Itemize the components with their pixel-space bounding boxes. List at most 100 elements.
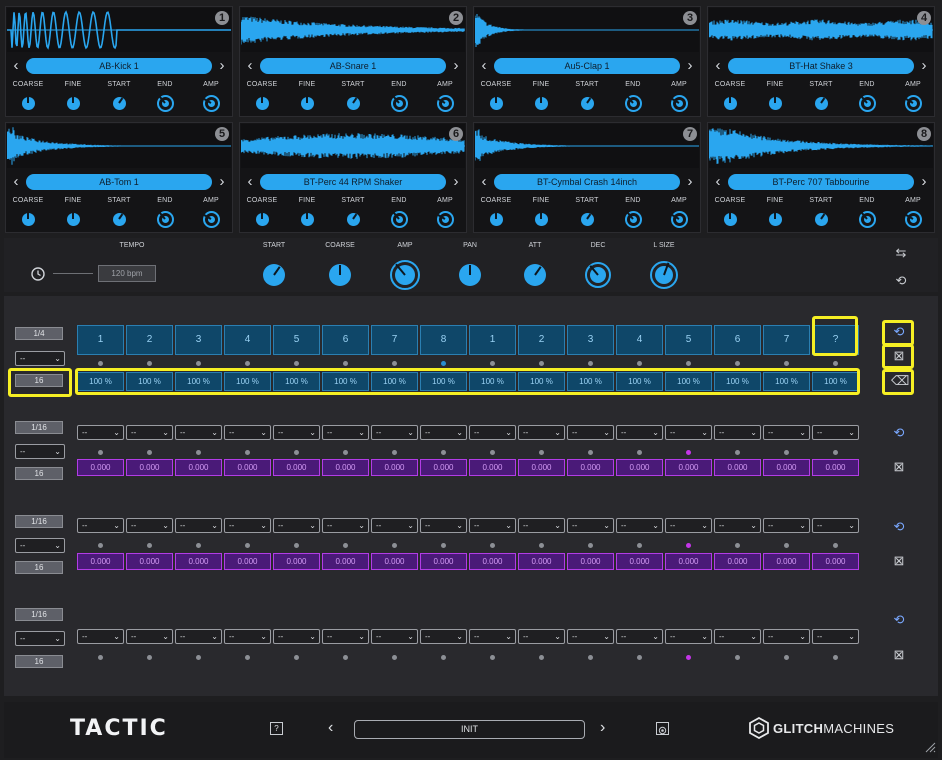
amp-knob[interactable] bbox=[670, 94, 688, 112]
next-sample-button[interactable]: › bbox=[917, 57, 931, 75]
prev-sample-button[interactable]: ‹ bbox=[243, 173, 257, 191]
step-value[interactable]: 0.000 bbox=[616, 459, 663, 476]
clear-icon[interactable]: ⊠ bbox=[891, 460, 907, 474]
waveform-display[interactable] bbox=[7, 124, 231, 168]
step-select[interactable]: -- ⌄ bbox=[175, 425, 222, 440]
start-knob[interactable] bbox=[814, 212, 828, 226]
step-percent[interactable]: 100 % bbox=[371, 372, 418, 391]
fine-knob[interactable] bbox=[300, 96, 314, 110]
tempo-slider[interactable] bbox=[53, 273, 93, 274]
preset-name-field[interactable]: INIT bbox=[354, 720, 585, 739]
step-value[interactable]: 0.000 bbox=[273, 553, 320, 570]
step-value[interactable]: 0.000 bbox=[518, 553, 565, 570]
next-sample-button[interactable]: › bbox=[683, 173, 697, 191]
end-knob[interactable] bbox=[624, 94, 642, 112]
global-start-knob[interactable] bbox=[263, 264, 285, 286]
step-select[interactable]: -- ⌄ bbox=[714, 425, 761, 440]
end-knob[interactable] bbox=[624, 210, 642, 228]
step-select[interactable]: -- ⌄ bbox=[616, 518, 663, 533]
step-value[interactable]: 0.000 bbox=[812, 459, 859, 476]
step-percent[interactable]: 100 % bbox=[616, 372, 663, 391]
step-percent[interactable]: 100 % bbox=[126, 372, 173, 391]
sample-name[interactable]: BT-Hat Shake 3 bbox=[728, 58, 914, 74]
step-percent[interactable]: 100 % bbox=[567, 372, 614, 391]
end-knob[interactable] bbox=[858, 210, 876, 228]
lane-length-4[interactable]: 16 bbox=[15, 655, 63, 668]
step-value[interactable]: 0.000 bbox=[567, 459, 614, 476]
step-percent[interactable]: 100 % bbox=[518, 372, 565, 391]
waveform-display[interactable] bbox=[241, 124, 465, 168]
start-knob[interactable] bbox=[112, 212, 126, 226]
step-select[interactable]: -- ⌄ bbox=[322, 518, 369, 533]
step-value[interactable]: 0.000 bbox=[175, 553, 222, 570]
next-sample-button[interactable]: › bbox=[215, 173, 229, 191]
preset-prev-button[interactable]: ‹ bbox=[328, 719, 333, 737]
amp-knob[interactable] bbox=[202, 210, 220, 228]
prev-sample-button[interactable]: ‹ bbox=[711, 173, 725, 191]
step-select[interactable]: -- ⌄ bbox=[518, 629, 565, 644]
amp-knob[interactable] bbox=[436, 94, 454, 112]
step-select[interactable]: -- ⌄ bbox=[420, 629, 467, 644]
step-value[interactable]: 0.000 bbox=[322, 553, 369, 570]
end-knob[interactable] bbox=[390, 210, 408, 228]
step-button[interactable]: 3 bbox=[175, 325, 222, 355]
loop-icon[interactable]: ⟲ bbox=[891, 520, 907, 534]
fine-knob[interactable] bbox=[534, 96, 548, 110]
sample-name[interactable]: AB-Tom 1 bbox=[26, 174, 212, 190]
step-value[interactable]: 0.000 bbox=[763, 459, 810, 476]
coarse-knob[interactable] bbox=[21, 212, 35, 226]
global-pan-knob[interactable] bbox=[459, 264, 481, 286]
next-sample-button[interactable]: › bbox=[917, 173, 931, 191]
step-select[interactable]: -- ⌄ bbox=[469, 425, 516, 440]
lane-length-2[interactable]: 16 bbox=[15, 467, 63, 480]
step-select[interactable]: -- ⌄ bbox=[175, 518, 222, 533]
step-button[interactable]: 5 bbox=[273, 325, 320, 355]
lane-division-select-1[interactable]: -- ⌄ bbox=[15, 351, 65, 366]
fine-knob[interactable] bbox=[66, 96, 80, 110]
waveform-display[interactable] bbox=[709, 8, 933, 52]
waveform-display[interactable] bbox=[475, 8, 699, 52]
step-value[interactable]: 0.000 bbox=[126, 553, 173, 570]
step-button[interactable]: 8 bbox=[420, 325, 467, 355]
start-knob[interactable] bbox=[346, 96, 360, 110]
start-knob[interactable] bbox=[580, 212, 594, 226]
help-button[interactable]: ? bbox=[270, 722, 283, 735]
sample-name[interactable]: Au5-Clap 1 bbox=[494, 58, 680, 74]
step-select[interactable]: -- ⌄ bbox=[371, 518, 418, 533]
fine-knob[interactable] bbox=[66, 212, 80, 226]
global-dec-knob[interactable] bbox=[585, 262, 611, 288]
lane-division-select-3[interactable]: -- ⌄ bbox=[15, 538, 65, 553]
lane-division-select-2[interactable]: -- ⌄ bbox=[15, 444, 65, 459]
sample-name[interactable]: BT-Perc 707 Tabbourine bbox=[728, 174, 914, 190]
amp-knob[interactable] bbox=[670, 210, 688, 228]
step-value[interactable]: 0.000 bbox=[714, 553, 761, 570]
step-select[interactable]: -- ⌄ bbox=[665, 629, 712, 644]
global-coarse-knob[interactable] bbox=[329, 264, 351, 286]
waveform-display[interactable] bbox=[475, 124, 699, 168]
step-value[interactable]: 0.000 bbox=[469, 553, 516, 570]
step-button[interactable]: 2 bbox=[126, 325, 173, 355]
swap-icon[interactable]: ⇆ bbox=[893, 246, 909, 260]
step-select[interactable]: -- ⌄ bbox=[812, 425, 859, 440]
lane-division-select-4[interactable]: -- ⌄ bbox=[15, 631, 65, 646]
loop-icon[interactable]: ⟲ bbox=[893, 274, 909, 288]
global-amp-knob[interactable] bbox=[390, 260, 420, 290]
step-button[interactable]: 6 bbox=[322, 325, 369, 355]
start-knob[interactable] bbox=[814, 96, 828, 110]
step-select[interactable]: -- ⌄ bbox=[714, 629, 761, 644]
next-sample-button[interactable]: › bbox=[215, 57, 229, 75]
step-value[interactable]: 0.000 bbox=[371, 553, 418, 570]
prev-sample-button[interactable]: ‹ bbox=[477, 173, 491, 191]
step-select[interactable]: -- ⌄ bbox=[224, 518, 271, 533]
step-select[interactable]: -- ⌄ bbox=[224, 425, 271, 440]
step-value[interactable]: 0.000 bbox=[763, 553, 810, 570]
step-value[interactable]: 0.000 bbox=[714, 459, 761, 476]
end-knob[interactable] bbox=[156, 94, 174, 112]
step-value[interactable]: 0.000 bbox=[371, 459, 418, 476]
step-select[interactable]: -- ⌄ bbox=[665, 518, 712, 533]
step-select[interactable]: -- ⌄ bbox=[469, 629, 516, 644]
coarse-knob[interactable] bbox=[489, 212, 503, 226]
sample-name[interactable]: BT-Perc 44 RPM Shaker bbox=[260, 174, 446, 190]
coarse-knob[interactable] bbox=[255, 212, 269, 226]
sample-name[interactable]: BT-Cymbal Crash 14inch bbox=[494, 174, 680, 190]
